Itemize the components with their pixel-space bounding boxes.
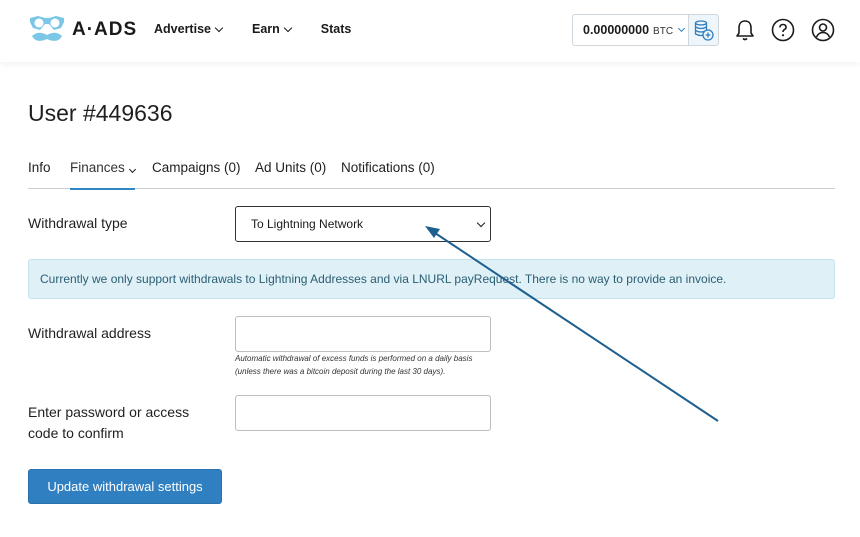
bell-icon[interactable] [733,18,757,42]
tab-finances-label: Finances [70,160,125,175]
info-alert: Currently we only support withdrawals to… [28,259,835,299]
chevron-down-icon [476,218,486,228]
page-title: User #449636 [28,100,173,126]
chevron-down-icon [128,165,136,174]
user-tabs: Info Finances Campaigns (0) Ad Units (0)… [28,158,835,190]
chevron-down-icon [214,23,224,32]
info-alert-text: Currently we only support withdrawals to… [40,272,727,286]
wallet-add-icon [694,20,714,41]
chevron-down-icon [283,23,293,32]
withdrawal-type-select[interactable]: To Lightning Network [235,206,491,242]
password-input[interactable] [235,395,491,431]
chevron-down-icon [678,24,686,33]
tab-campaigns-label: Campaigns (0) [152,160,241,175]
nav-earn[interactable]: Earn [251,22,293,36]
nav-stats[interactable]: Stats [321,22,352,36]
password-label-line-1: Enter password or access [28,404,190,420]
withdrawal-address-label: Withdrawal address [28,325,151,341]
tab-ad-units-label: Ad Units (0) [255,160,327,175]
help-line-2: (unless there was a bitcoin deposit duri… [235,367,446,376]
nav-advertise-label: Advertise [154,22,211,36]
tab-notifications-label: Notifications (0) [341,160,435,175]
withdrawal-type-label: Withdrawal type [28,215,128,231]
logo-icon [30,16,64,41]
nav-stats-label: Stats [320,22,352,36]
tab-ad-units[interactable]: Ad Units (0) [255,160,326,189]
logo-text: A·ADS [72,19,138,40]
help-line-1: Automatic withdrawal of excess funds is … [235,354,473,363]
balance-currency: BTC [653,25,674,37]
update-withdrawal-settings-label: Update withdrawal settings [47,479,203,494]
withdrawal-type-value: To Lightning Network [251,217,364,231]
tab-info-label: Info [28,160,51,175]
tab-finances[interactable]: Finances [70,160,136,190]
logo[interactable]: A·ADS [28,14,137,46]
nav-earn-label: Earn [251,22,280,36]
tab-info[interactable]: Info [28,160,51,189]
nav-advertise[interactable]: Advertise [154,22,224,36]
tab-notifications[interactable]: Notifications (0) [341,160,435,189]
balance-amount: 0.00000000 [583,23,650,37]
tab-campaigns[interactable]: Campaigns (0) [152,160,241,189]
main-nav: Advertise Earn Stats [154,22,381,36]
password-label-line-2: code to confirm [28,425,124,441]
withdrawal-address-input[interactable] [235,316,491,352]
help-icon[interactable] [771,18,795,42]
balance-dropdown[interactable]: 0.00000000 BTC [572,14,689,46]
wallet-add-button[interactable] [688,14,719,46]
top-header: A·ADS Advertise Earn Stats 0.00000000 BT… [0,0,860,62]
password-label: Enter password or access code to confirm [28,402,189,444]
withdrawal-address-help: Automatic withdrawal of excess funds is … [235,352,515,378]
user-icon[interactable] [811,18,835,42]
update-withdrawal-settings-button[interactable]: Update withdrawal settings [28,469,222,504]
